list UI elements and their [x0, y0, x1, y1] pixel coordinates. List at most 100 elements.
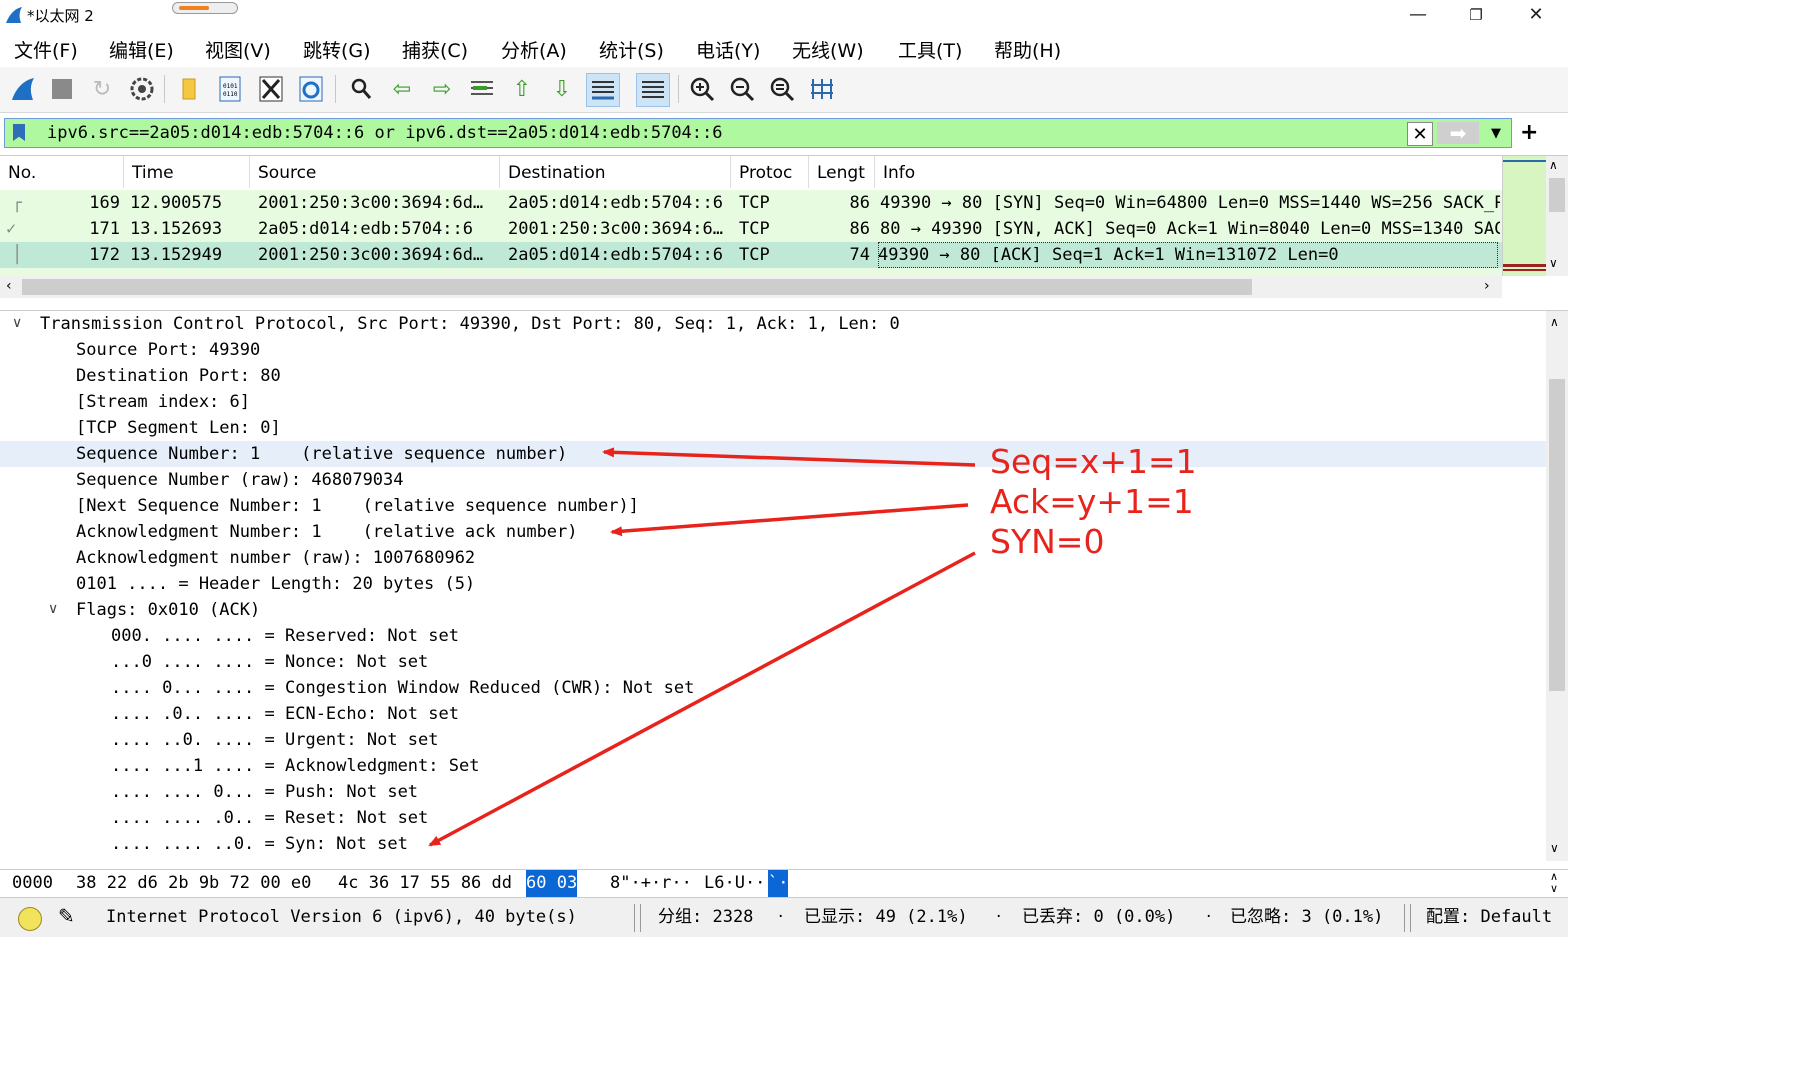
- clear-filter-icon[interactable]: ✕: [1407, 122, 1433, 146]
- detail-line[interactable]: Acknowledgment number (raw): 1007680962: [76, 545, 475, 571]
- stop-square-icon[interactable]: [46, 73, 78, 105]
- table-row-selected[interactable]: │ 172 13.152949 2001:250:3c00:3694:6d… 2…: [0, 242, 1502, 268]
- column-source[interactable]: Source: [250, 156, 500, 188]
- close-file-icon[interactable]: [255, 73, 287, 105]
- flag-line[interactable]: .... .... 0... = Push: Not set: [111, 779, 418, 805]
- packet-minimap[interactable]: [1502, 156, 1547, 276]
- capture-options-gear-icon[interactable]: [126, 73, 158, 105]
- column-destination[interactable]: Destination: [500, 156, 731, 188]
- bytes-ascii-highlight[interactable]: `·: [768, 870, 789, 897]
- flag-line[interactable]: .... .... .0.. = Reset: Not set: [111, 805, 428, 831]
- filter-history-dropdown-icon[interactable]: ▼: [1485, 122, 1507, 144]
- scroll-down-icon[interactable]: ∨: [1550, 841, 1559, 855]
- packet-list-vscrollbar[interactable]: ∧ ∨: [1546, 156, 1568, 276]
- column-info[interactable]: Info: [875, 156, 1502, 188]
- reload-file-icon[interactable]: [295, 73, 327, 105]
- annotation-syn: SYN=0: [990, 522, 1105, 561]
- status-profile[interactable]: 配置: Default: [1426, 898, 1552, 937]
- add-filter-button[interactable]: +: [1520, 120, 1538, 145]
- zoom-normal-icon[interactable]: [766, 73, 798, 105]
- bytes-spin-icon[interactable]: ∧ ∨: [1550, 871, 1558, 895]
- bytes-ascii-b[interactable]: L6·U··: [704, 870, 765, 897]
- apply-filter-icon[interactable]: ➡: [1437, 121, 1479, 145]
- collapse-chevron-icon[interactable]: ∨: [12, 315, 22, 331]
- scroll-left-icon[interactable]: ‹: [6, 278, 12, 294]
- flag-line[interactable]: .... .0.. .... = ECN-Echo: Not set: [111, 701, 459, 727]
- detail-line-selected[interactable]: Sequence Number: 1 (relative sequence nu…: [76, 441, 567, 467]
- menu-tools[interactable]: 工具(T): [898, 36, 962, 63]
- column-protocol[interactable]: Protoc: [731, 156, 809, 188]
- flag-line[interactable]: .... ..0. .... = Urgent: Not set: [111, 727, 439, 753]
- menu-view[interactable]: 视图(V): [205, 36, 271, 63]
- menu-edit[interactable]: 编辑(E): [109, 36, 174, 63]
- column-time[interactable]: Time: [124, 156, 250, 188]
- menu-capture[interactable]: 捕获(C): [402, 36, 468, 63]
- scroll-right-icon[interactable]: ›: [1484, 278, 1490, 294]
- detail-line[interactable]: [TCP Segment Len: 0]: [76, 415, 281, 441]
- menu-statistics[interactable]: 统计(S): [599, 36, 664, 63]
- scroll-down-icon[interactable]: ∨: [1549, 256, 1558, 270]
- auto-scroll-icon[interactable]: [586, 73, 620, 107]
- expert-info-icon[interactable]: [18, 907, 42, 931]
- filter-bookmark-icon[interactable]: [13, 124, 25, 141]
- packet-info: 49390 → 80 [ACK] Seq=1 Ack=1 Win=131072 …: [878, 242, 1498, 268]
- zoom-out-icon[interactable]: [726, 73, 758, 105]
- flag-line[interactable]: 000. .... .... = Reserved: Not set: [111, 623, 459, 649]
- column-length[interactable]: Lengt: [809, 156, 875, 188]
- menu-wireless[interactable]: 无线(W): [792, 36, 864, 63]
- file-binary-icon[interactable]: 0101 0110: [214, 73, 246, 105]
- detail-line[interactable]: 0101 .... = Header Length: 20 bytes (5): [76, 571, 475, 597]
- details-vscrollbar[interactable]: ∧ ∨: [1546, 311, 1568, 861]
- bytes-hex-a[interactable]: 38 22 d6 2b 9b 72 00 e0: [76, 870, 311, 897]
- flags-chevron-icon[interactable]: ∨: [48, 601, 58, 617]
- status-packets: 分组: 2328: [658, 907, 754, 927]
- resize-columns-icon[interactable]: [806, 73, 838, 105]
- menu-go[interactable]: 跳转(G): [303, 36, 371, 63]
- minimize-button[interactable]: —: [1388, 0, 1448, 30]
- maximize-button[interactable]: ❐: [1446, 0, 1506, 30]
- menu-analyze[interactable]: 分析(A): [501, 36, 567, 63]
- go-forward-icon[interactable]: ⇨: [426, 73, 458, 105]
- bytes-hex-highlight[interactable]: 60 03: [526, 870, 578, 897]
- detail-line[interactable]: Source Port: 49390: [76, 337, 260, 363]
- bytes-ascii-a[interactable]: 8"·+·r··: [610, 870, 692, 897]
- table-row[interactable]: ✓ 171 13.152693 2a05:d014:edb:5704::6 20…: [0, 216, 1502, 242]
- capture-comment-icon[interactable]: ✎: [58, 904, 75, 928]
- packet-list-hscrollbar[interactable]: ‹ ›: [0, 276, 1502, 298]
- packet-destination: 2001:250:3c00:3694:6…: [508, 219, 723, 239]
- open-file-folder-icon[interactable]: [173, 73, 205, 105]
- detail-line[interactable]: Destination Port: 80: [76, 363, 281, 389]
- go-last-icon[interactable]: ⇩: [546, 73, 578, 105]
- colorize-icon[interactable]: [636, 73, 670, 107]
- close-window-button[interactable]: ✕: [1506, 0, 1566, 30]
- flags-header[interactable]: Flags: 0x010 (ACK): [76, 597, 260, 623]
- flag-line[interactable]: .... 0... .... = Congestion Window Reduc…: [111, 675, 694, 701]
- go-back-icon[interactable]: ⇦: [386, 73, 418, 105]
- scroll-up-icon[interactable]: ∧: [1549, 158, 1558, 172]
- detail-line[interactable]: [Stream index: 6]: [76, 389, 250, 415]
- tcp-tree-header[interactable]: Transmission Control Protocol, Src Port:…: [40, 311, 900, 337]
- menu-telephony[interactable]: 电话(Y): [696, 36, 760, 63]
- go-to-packet-icon[interactable]: [466, 73, 498, 105]
- flag-line[interactable]: .... .... ..0. = Syn: Not set: [111, 831, 408, 857]
- detail-line[interactable]: [Next Sequence Number: 1 (relative seque…: [76, 493, 639, 519]
- bytes-hex-b[interactable]: 4c 36 17 55 86 dd: [338, 870, 512, 897]
- display-filter-bar: ✕ ➡ ▼ +: [0, 114, 1568, 154]
- menu-help[interactable]: 帮助(H): [994, 36, 1061, 63]
- menu-file[interactable]: 文件(F): [14, 36, 78, 63]
- restart-capture-icon[interactable]: ↻: [86, 73, 118, 105]
- table-row[interactable]: ┌ 169 12.900575 2001:250:3c00:3694:6d… 2…: [0, 190, 1502, 216]
- scroll-up-icon[interactable]: ∧: [1550, 315, 1559, 329]
- find-packet-icon[interactable]: [345, 73, 377, 105]
- go-first-icon[interactable]: ⇧: [506, 73, 538, 105]
- flag-line[interactable]: .... ...1 .... = Acknowledgment: Set: [111, 753, 479, 779]
- capture-progress-pill: [172, 2, 238, 14]
- zoom-in-icon[interactable]: [686, 73, 718, 105]
- flag-line[interactable]: ...0 .... .... = Nonce: Not set: [111, 649, 428, 675]
- detail-line[interactable]: Acknowledgment Number: 1 (relative ack n…: [76, 519, 578, 545]
- detail-line[interactable]: Sequence Number (raw): 468079034: [76, 467, 404, 493]
- display-filter-input[interactable]: [41, 119, 1401, 147]
- column-no[interactable]: No.: [0, 156, 124, 188]
- packet-protocol: TCP: [739, 245, 770, 265]
- shark-fin-start-icon[interactable]: [7, 73, 39, 105]
